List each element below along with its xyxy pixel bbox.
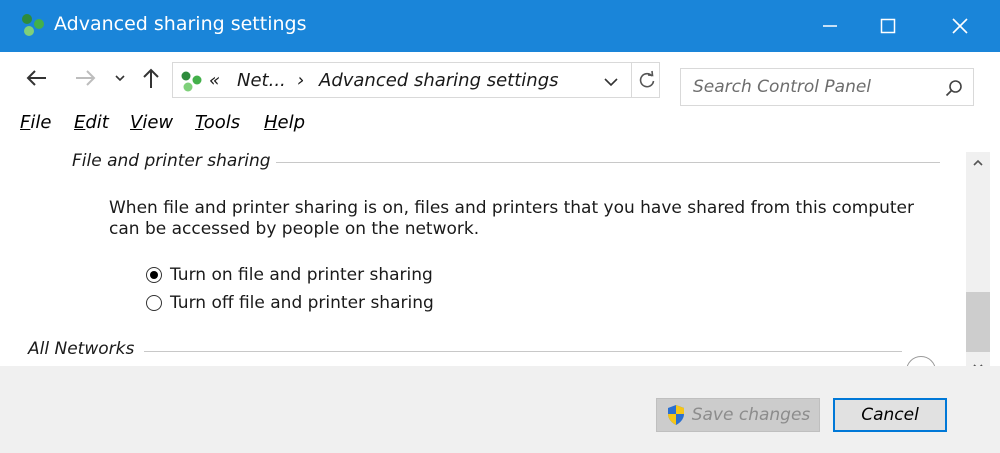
refresh-button[interactable] [637, 70, 657, 90]
menu-bar: File Edit View Tools Help [0, 108, 1000, 142]
menu-help[interactable]: Help [264, 112, 305, 133]
address-divider [631, 63, 632, 97]
section-title-all-networks: All Networks [28, 339, 135, 359]
arrow-right-icon [76, 70, 96, 86]
radio-selected-dot [150, 271, 158, 279]
radio-label[interactable]: Turn on file and printer sharing [170, 265, 433, 285]
maximize-icon [880, 18, 896, 34]
radio-turn-on-sharing[interactable]: Turn on file and printer sharing [146, 263, 433, 287]
up-button[interactable] [136, 64, 166, 92]
search-box[interactable]: Search Control Panel [680, 68, 974, 106]
cancel-label: Cancel [861, 405, 919, 425]
cancel-button[interactable]: Cancel [833, 398, 947, 432]
arrow-up-icon [143, 68, 159, 88]
vertical-scrollbar[interactable] [966, 152, 990, 380]
chevron-down-icon [604, 78, 618, 87]
search-placeholder[interactable]: Search Control Panel [693, 77, 871, 97]
maximize-button[interactable] [854, 0, 922, 52]
uac-shield-icon [667, 405, 684, 425]
network-icon [22, 14, 44, 36]
menu-file[interactable]: File [20, 112, 51, 133]
section-description: When file and printer sharing is on, fil… [109, 198, 914, 239]
minimize-icon [823, 25, 837, 27]
back-button[interactable] [22, 64, 52, 92]
recent-locations-button[interactable] [108, 64, 132, 92]
breadcrumb-network[interactable]: Net... [237, 70, 286, 91]
radio-label[interactable]: Turn off file and printer sharing [170, 293, 434, 313]
arrow-left-icon [26, 70, 46, 86]
address-overflow-chevrons[interactable]: « [209, 70, 220, 91]
chevron-down-icon [115, 75, 125, 82]
save-changes-label: Save changes [691, 405, 811, 425]
search-icon [945, 80, 962, 97]
breadcrumb-separator[interactable]: › [297, 70, 304, 91]
close-button[interactable] [926, 0, 994, 52]
section-divider [144, 351, 902, 352]
menu-edit[interactable]: Edit [74, 112, 109, 133]
address-bar[interactable]: « Net... › Advanced sharing settings [172, 62, 660, 98]
refresh-icon [639, 70, 655, 88]
window-title: Advanced sharing settings [54, 13, 307, 35]
radio-turn-off-sharing[interactable]: Turn off file and printer sharing [146, 291, 434, 315]
address-dropdown-button[interactable] [603, 73, 623, 89]
save-changes-button[interactable]: Save changes [656, 398, 820, 432]
content-pane [0, 142, 966, 366]
breadcrumb-advanced-sharing[interactable]: Advanced sharing settings [319, 70, 559, 91]
scroll-up-icon[interactable] [972, 158, 984, 168]
section-divider [276, 162, 940, 163]
scroll-thumb[interactable] [966, 292, 990, 352]
title-bar[interactable]: Advanced sharing settings [0, 0, 1000, 52]
menu-tools[interactable]: Tools [195, 112, 240, 133]
radio-button[interactable] [146, 267, 162, 283]
close-icon [952, 18, 968, 34]
network-icon [181, 71, 202, 92]
section-title-file-printer-sharing: File and printer sharing [72, 151, 271, 171]
radio-button[interactable] [146, 295, 162, 311]
forward-button[interactable] [70, 64, 100, 92]
menu-view[interactable]: View [130, 112, 173, 133]
